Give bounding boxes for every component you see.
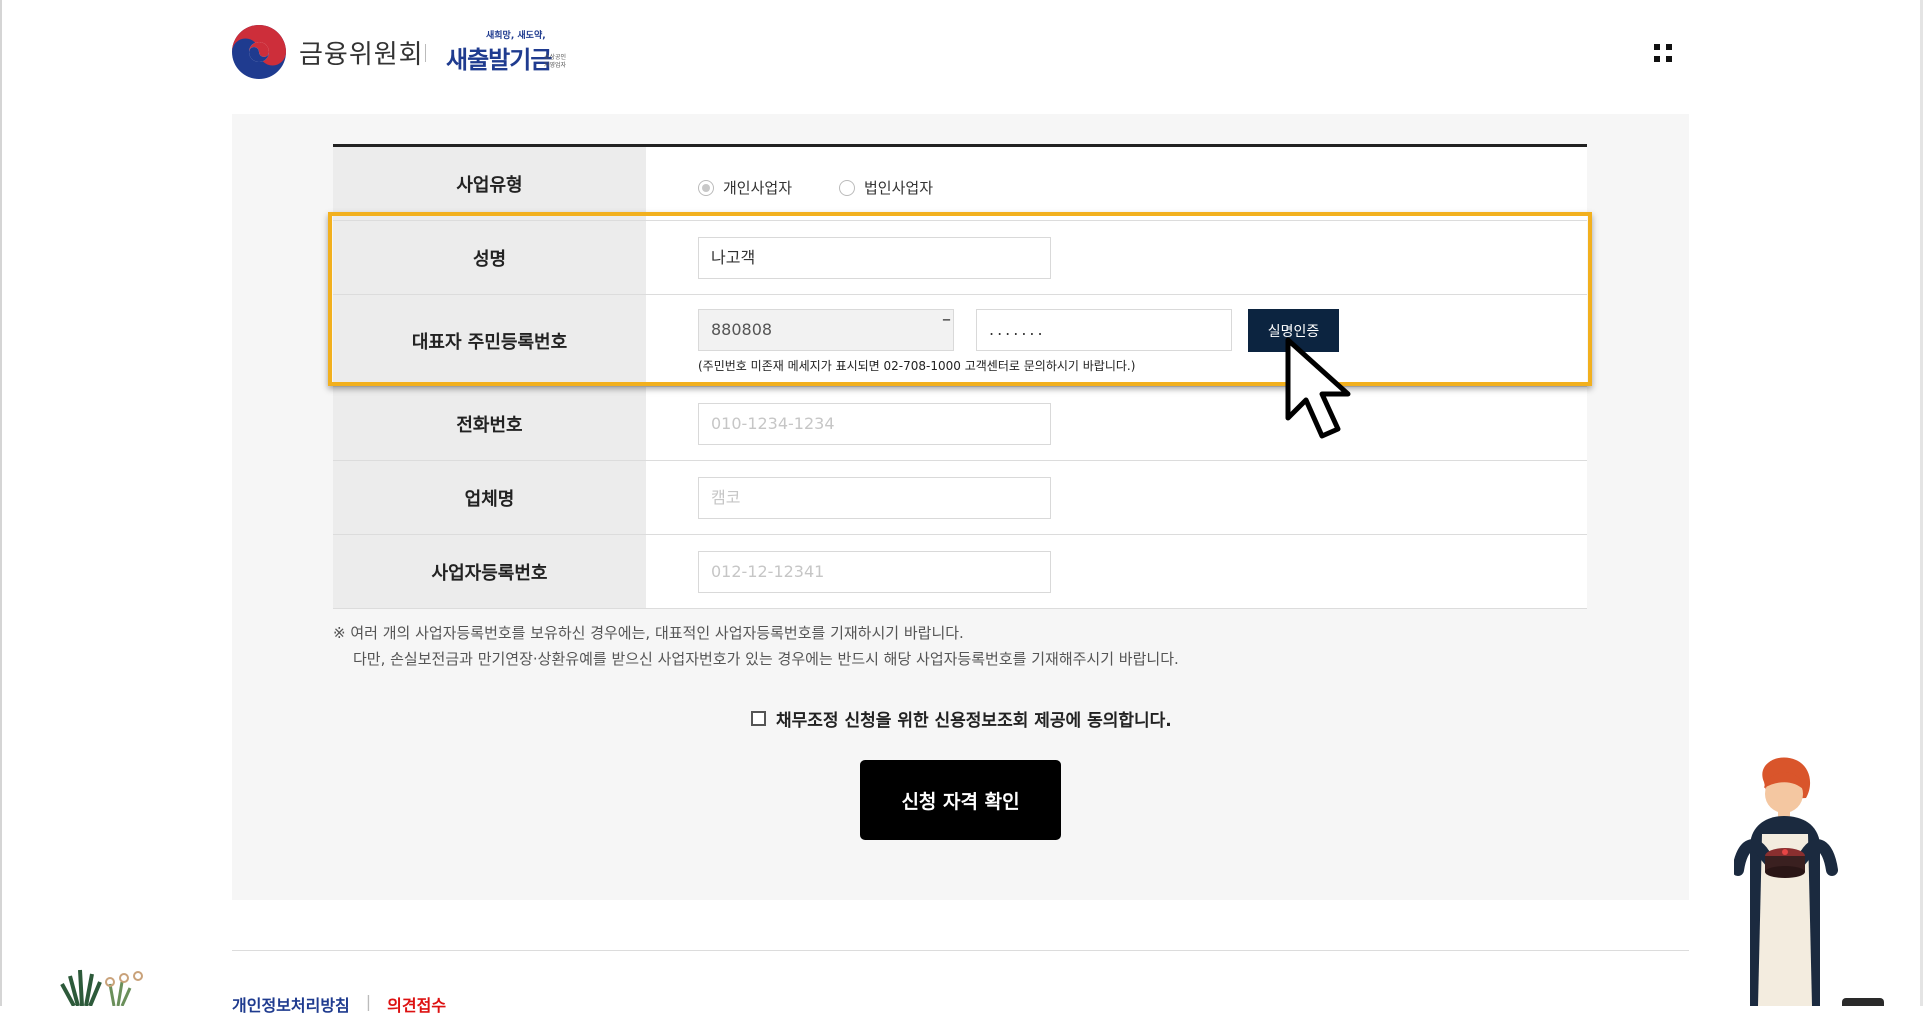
radio-individual[interactable]: 개인사업자	[698, 177, 792, 198]
name-label: 성명	[333, 221, 646, 294]
shopkeeper-character-icon	[1734, 757, 1838, 1006]
resident-number-back-input[interactable]: .......	[976, 309, 1232, 351]
row-resident-number: 대표자 주민등록번호 880808 – ....... 실명인증 (주민번호 미…	[333, 295, 1587, 387]
footer-links: 개인정보처리방침 | 의견접수	[232, 992, 446, 1016]
resident-number-front-input[interactable]: 880808	[698, 309, 954, 351]
org-name: 금융위원회	[299, 39, 424, 70]
radio-unselected-icon	[839, 179, 855, 196]
resident-number-label: 대표자 주민등록번호	[333, 295, 646, 386]
radio-corporate-label: 법인사업자	[864, 179, 934, 197]
agreement-checkbox[interactable]: 채무조정 신청을 위한 신용정보조회 제공에 동의합니다.	[751, 706, 1172, 731]
fund-logo[interactable]: 새희망, 새도약, 새출발기금 소상공인 자영업자	[446, 28, 566, 74]
opinion-link[interactable]: 의견접수	[387, 992, 446, 1016]
row-phone: 전화번호 010-1234-1234	[333, 387, 1587, 461]
fund-name: 새출발기금	[446, 46, 552, 74]
agreement-label: 채무조정 신청을 위한 신용정보조회 제공에 동의합니다.	[776, 711, 1172, 731]
business-type-label: 사업유형	[333, 147, 646, 220]
row-business-number: 사업자등록번호 012-12-12341	[333, 535, 1587, 609]
taegeuk-logo-icon	[232, 25, 286, 79]
business-number-input[interactable]: 012-12-12341	[698, 551, 1051, 593]
privacy-policy-link[interactable]: 개인정보처리방침	[232, 992, 350, 1016]
window-left-edge	[0, 0, 2, 1006]
application-form: 사업유형 개인사업자 법인사업자 성명 나고객 대표자 주민등록번호 88080…	[333, 144, 1587, 609]
fund-small-text: 소상공인 자영업자	[544, 54, 567, 69]
company-input[interactable]: 캠코	[698, 477, 1051, 519]
corner-widget-icon[interactable]	[1842, 998, 1884, 1006]
plant-decoration-icon	[60, 969, 143, 1006]
resident-number-note: (주민번호 미존재 메세지가 표시되면 02-708-1000 고객센터로 문의…	[698, 359, 1136, 373]
notice-text: ※ 여러 개의 사업자등록번호를 보유하신 경우에는, 대표적인 사업자등록번호…	[333, 620, 1179, 672]
phone-label: 전화번호	[333, 387, 646, 460]
checkbox-icon	[751, 711, 766, 726]
phone-input[interactable]: 010-1234-1234	[698, 403, 1051, 445]
radio-individual-label: 개인사업자	[723, 179, 793, 197]
menu-grid-icon[interactable]	[1654, 44, 1674, 64]
site-header: 금융위원회 새희망, 새도약, 새출발기금 소상공인 자영업자	[0, 0, 1923, 112]
radio-selected-icon	[698, 179, 714, 196]
row-company: 업체명 캠코	[333, 461, 1587, 535]
footer-divider	[232, 950, 1689, 951]
notice-line-1: ※ 여러 개의 사업자등록번호를 보유하신 경우에는, 대표적인 사업자등록번호…	[333, 624, 964, 642]
fsc-logo[interactable]: 금융위원회	[231, 24, 424, 80]
business-number-label: 사업자등록번호	[333, 535, 646, 608]
company-label: 업체명	[333, 461, 646, 534]
notice-line-2: 다만, 손실보전금과 만기연장·상환유예를 받으신 사업자번호가 있는 경우에는…	[353, 650, 1179, 668]
resident-number-dash: –	[942, 309, 951, 330]
row-name: 성명 나고객	[333, 221, 1587, 295]
check-eligibility-button[interactable]: 신청 자격 확인	[860, 760, 1061, 840]
radio-corporate[interactable]: 법인사업자	[839, 177, 933, 198]
mouse-pointer-icon	[1285, 337, 1351, 439]
footer-separator: |	[365, 992, 372, 1011]
name-input[interactable]: 나고객	[698, 237, 1051, 279]
row-business-type: 사업유형 개인사업자 법인사업자	[333, 147, 1587, 221]
logo-divider	[425, 44, 426, 62]
